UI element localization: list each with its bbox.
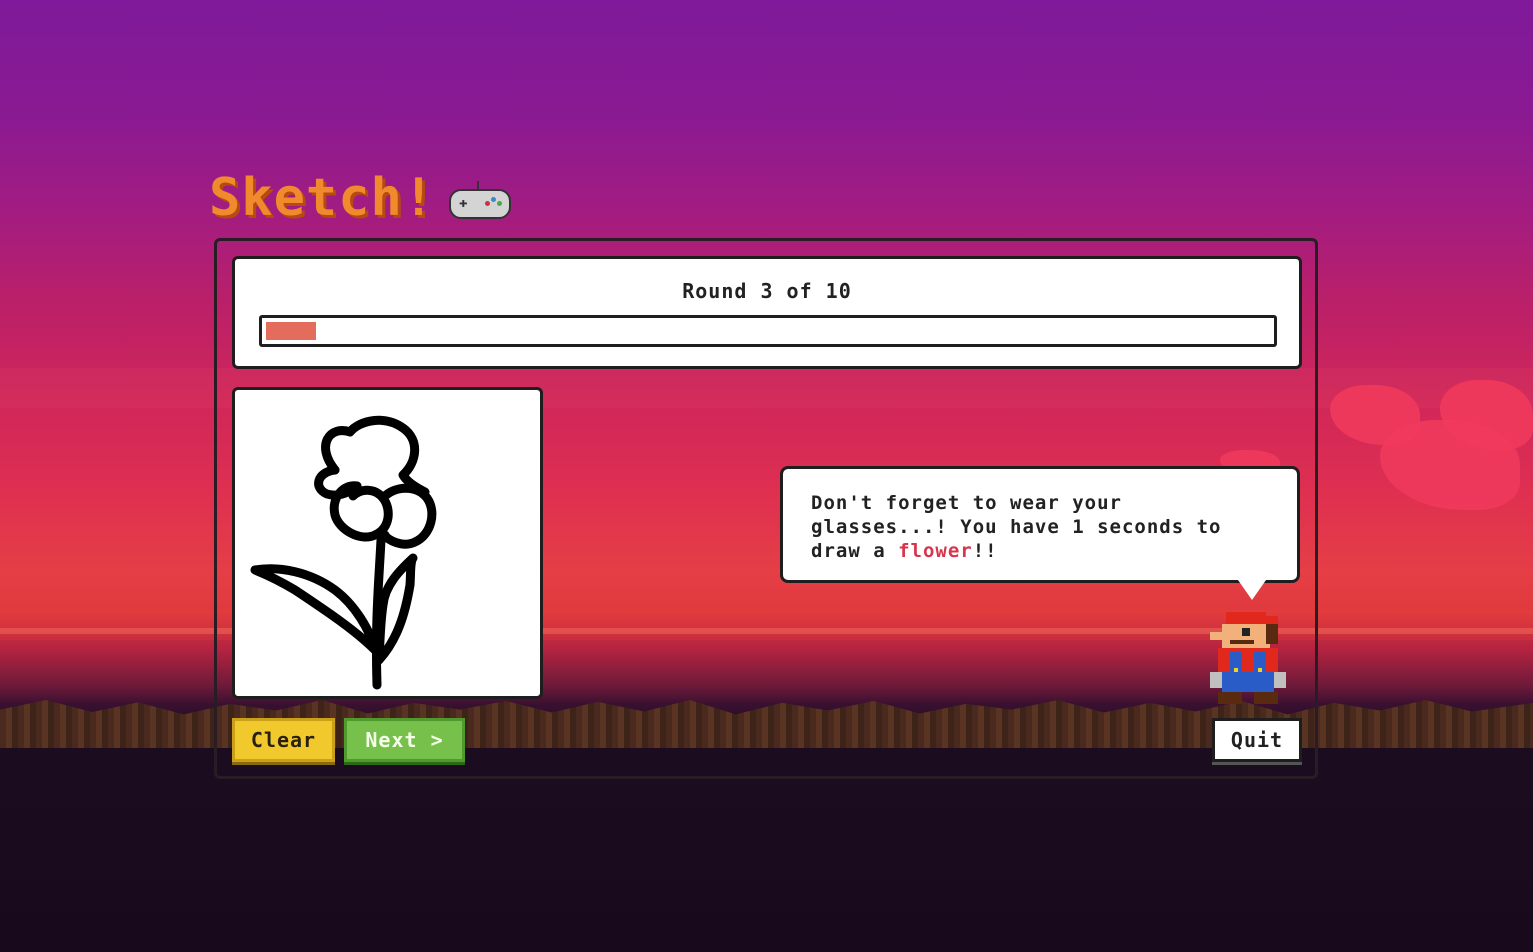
- clear-button[interactable]: Clear: [232, 718, 335, 762]
- round-counter: Round 3 of 10: [682, 279, 852, 303]
- flower-sketch: [250, 415, 437, 690]
- app-header: Sketch! ✚: [209, 168, 512, 228]
- target-word: flower: [898, 540, 973, 562]
- next-button[interactable]: Next >: [344, 718, 465, 762]
- round-header: Round 3 of 10: [232, 256, 1302, 369]
- speech-bubble: Don't forget to wear your glasses...! Yo…: [780, 466, 1300, 583]
- round-progress-fill: [266, 322, 316, 340]
- mario-character-icon: [1210, 612, 1286, 704]
- drawing-canvas[interactable]: [232, 387, 543, 699]
- speech-bubble-tail: [1238, 580, 1266, 600]
- message-end: !!: [972, 540, 998, 562]
- quit-button[interactable]: Quit: [1212, 718, 1302, 762]
- message-text: Don't forget to wear your glasses...! Yo…: [811, 492, 1222, 562]
- app-title: Sketch!: [209, 168, 436, 228]
- round-progress-bar: [259, 315, 1277, 347]
- gamepad-icon: ✚: [449, 181, 512, 219]
